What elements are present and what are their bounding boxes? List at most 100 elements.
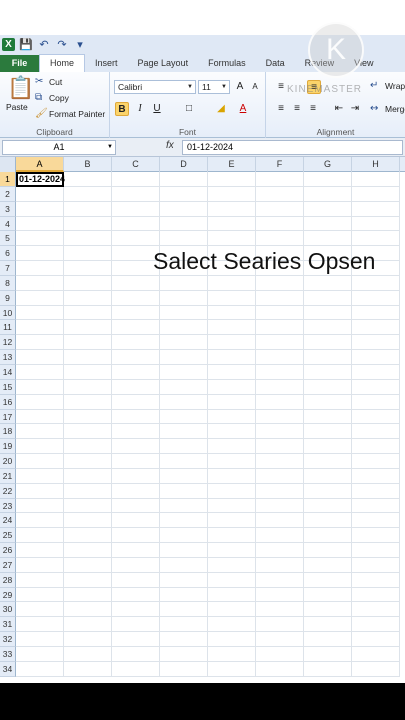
row-header[interactable]: 28 (0, 572, 16, 588)
cell-d25[interactable] (160, 528, 208, 544)
bold-button[interactable]: B (115, 102, 129, 116)
cell-c9[interactable] (112, 290, 160, 306)
cell-a30[interactable] (16, 602, 64, 618)
cell-h27[interactable] (352, 557, 400, 573)
cell-e4[interactable] (208, 216, 256, 232)
cell-h3[interactable] (352, 201, 400, 217)
row-header[interactable]: 7 (0, 261, 16, 276)
shrink-font-icon[interactable]: A (248, 80, 262, 94)
redo-icon[interactable]: ↷ (55, 38, 69, 52)
cell-c1[interactable] (112, 172, 160, 187)
cell-a25[interactable] (16, 528, 64, 544)
cell-e24[interactable] (208, 513, 256, 529)
cell-f1[interactable] (256, 172, 304, 187)
select-all-corner[interactable] (0, 157, 16, 172)
cell-b33[interactable] (64, 647, 112, 662)
cell-f32[interactable] (256, 632, 304, 647)
tab-insert[interactable]: Insert (85, 55, 128, 72)
wrap-text-icon[interactable]: ↵ (370, 80, 378, 91)
cell-h4[interactable] (352, 216, 400, 232)
cell-h11[interactable] (352, 320, 400, 336)
cell-g17[interactable] (304, 409, 352, 425)
insert-function-icon[interactable]: fx (166, 140, 174, 151)
merge-icon[interactable]: ↔ (370, 103, 378, 114)
cell-f26[interactable] (256, 543, 304, 558)
cell-b15[interactable] (64, 379, 112, 395)
cell-b34[interactable] (64, 661, 112, 677)
column-header-b[interactable]: B (64, 157, 112, 172)
cell-a29[interactable] (16, 587, 64, 603)
cell-e14[interactable] (208, 364, 256, 380)
cell-f15[interactable] (256, 379, 304, 395)
cell-g21[interactable] (304, 468, 352, 484)
cell-a10[interactable] (16, 305, 64, 321)
cell-b27[interactable] (64, 557, 112, 573)
cell-c25[interactable] (112, 528, 160, 544)
row-header[interactable]: 5 (0, 231, 16, 247)
cell-b5[interactable] (64, 231, 112, 247)
cell-c23[interactable] (112, 498, 160, 514)
cell-b22[interactable] (64, 483, 112, 499)
row-header[interactable]: 26 (0, 543, 16, 558)
name-box[interactable]: A1 ▼ (2, 140, 116, 155)
cell-c29[interactable] (112, 587, 160, 603)
cell-d12[interactable] (160, 335, 208, 351)
cell-h13[interactable] (352, 350, 400, 365)
row-header[interactable]: 12 (0, 335, 16, 351)
cell-b30[interactable] (64, 602, 112, 618)
worksheet-grid[interactable]: ABCDEFGH 1 01-12-2024 2 3 4 5 6 7 8 9 10 11 12 13 14 15… (0, 157, 405, 682)
column-header-c[interactable]: C (112, 157, 160, 172)
cell-a33[interactable] (16, 647, 64, 662)
cell-b7[interactable] (64, 261, 112, 276)
cell-h23[interactable] (352, 498, 400, 514)
cell-d14[interactable] (160, 364, 208, 380)
font-color-icon[interactable]: A (236, 102, 250, 116)
cell-f11[interactable] (256, 320, 304, 336)
cell-e17[interactable] (208, 409, 256, 425)
cell-f31[interactable] (256, 617, 304, 633)
cell-b13[interactable] (64, 350, 112, 365)
cell-c2[interactable] (112, 186, 160, 202)
cell-a34[interactable] (16, 661, 64, 677)
cell-g9[interactable] (304, 290, 352, 306)
cell-c28[interactable] (112, 572, 160, 588)
tab-file[interactable]: File (0, 55, 39, 72)
cell-c14[interactable] (112, 364, 160, 380)
cell-e11[interactable] (208, 320, 256, 336)
row-header[interactable]: 16 (0, 394, 16, 410)
cell-h9[interactable] (352, 290, 400, 306)
cell-h10[interactable] (352, 305, 400, 321)
cell-e34[interactable] (208, 661, 256, 677)
cell-b6[interactable] (64, 246, 112, 262)
cell-a18[interactable] (16, 424, 64, 440)
cell-b28[interactable] (64, 572, 112, 588)
cell-g26[interactable] (304, 543, 352, 558)
customize-qat-icon[interactable]: ▾ (73, 38, 87, 52)
cell-b2[interactable] (64, 186, 112, 202)
row-header[interactable]: 27 (0, 557, 16, 573)
format-painter-button[interactable]: Format Painter (49, 109, 105, 119)
cell-g22[interactable] (304, 483, 352, 499)
cell-d2[interactable] (160, 186, 208, 202)
cell-a16[interactable] (16, 394, 64, 410)
cell-f29[interactable] (256, 587, 304, 603)
row-header[interactable]: 3 (0, 201, 16, 217)
cell-a21[interactable] (16, 468, 64, 484)
row-header[interactable]: 20 (0, 454, 16, 469)
cell-g8[interactable] (304, 275, 352, 291)
cell-f3[interactable] (256, 201, 304, 217)
cell-c13[interactable] (112, 350, 160, 365)
cell-c33[interactable] (112, 647, 160, 662)
cell-h28[interactable] (352, 572, 400, 588)
cell-d26[interactable] (160, 543, 208, 558)
cell-e32[interactable] (208, 632, 256, 647)
cell-h8[interactable] (352, 275, 400, 291)
column-header-f[interactable]: F (256, 157, 304, 172)
cell-c18[interactable] (112, 424, 160, 440)
cell-d34[interactable] (160, 661, 208, 677)
cell-g1[interactable] (304, 172, 352, 187)
cell-b31[interactable] (64, 617, 112, 633)
cell-d3[interactable] (160, 201, 208, 217)
cell-c4[interactable] (112, 216, 160, 232)
cell-e9[interactable] (208, 290, 256, 306)
